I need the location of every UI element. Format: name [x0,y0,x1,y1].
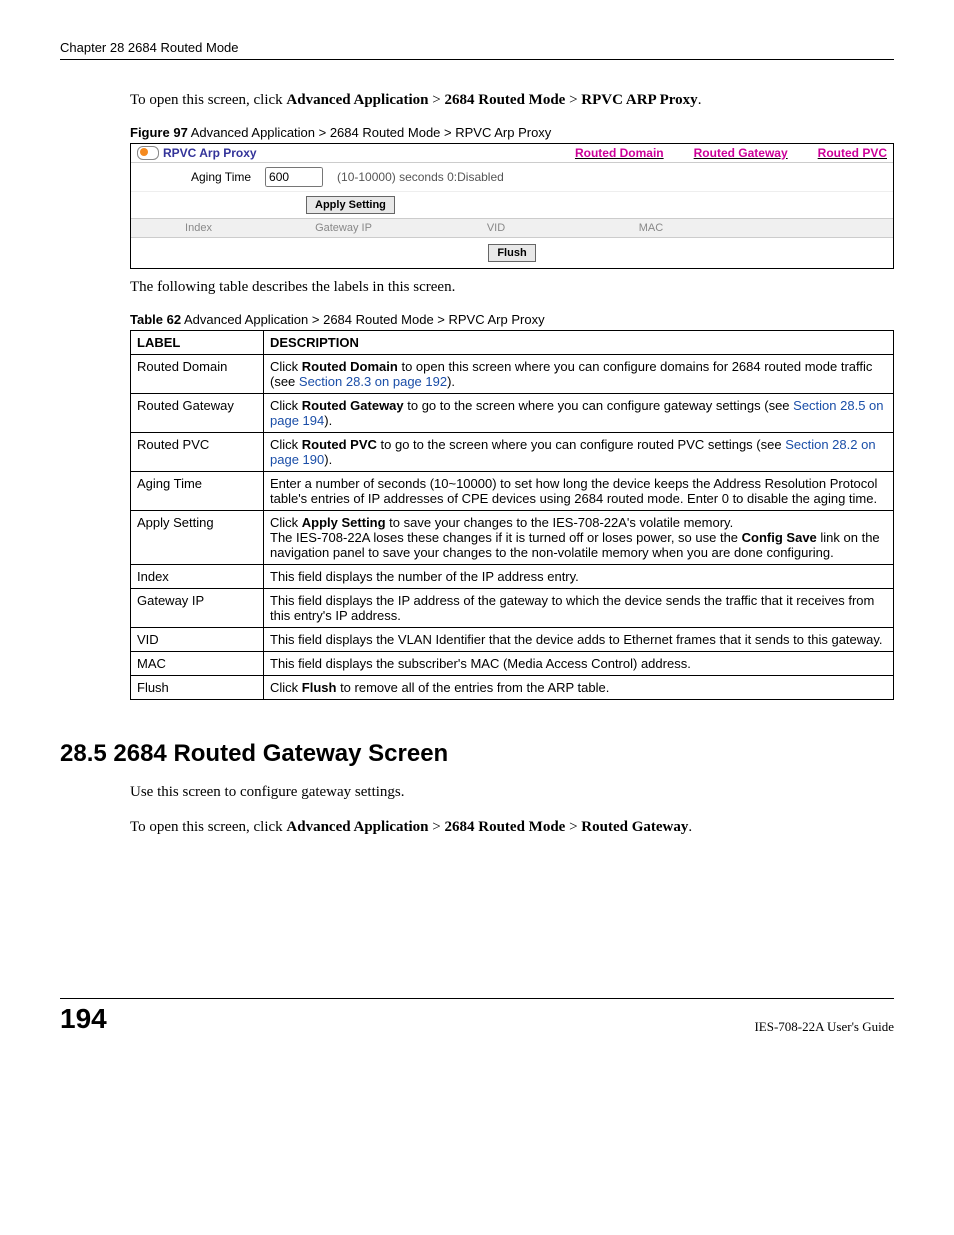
screen-title: RPVC Arp Proxy [137,146,257,160]
row-desc: Click Routed Domain to open this screen … [264,355,894,394]
breadcrumb-part: Advanced Application [286,819,428,835]
row-label: MAC [131,652,264,676]
intro-paragraph: To open this screen, click Advanced Appl… [130,90,894,111]
aging-time-label: Aging Time [191,170,251,184]
col-label: LABEL [131,331,264,355]
chapter-label: Chapter 28 2684 Routed Mode [60,40,239,55]
row-label: Index [131,565,264,589]
figure-title: Advanced Application > 2684 Routed Mode … [188,125,552,140]
screen-title-text: RPVC Arp Proxy [163,146,257,160]
figure-number: Figure 97 [130,125,188,140]
col-index: Index [131,222,266,234]
figure-titlebar: RPVC Arp Proxy Routed Domain Routed Gate… [131,144,893,162]
section-heading: 28.5 2684 Routed Gateway Screen [60,740,894,768]
sep: > [565,819,581,835]
column-headers: Index Gateway IP VID MAC [131,218,893,237]
breadcrumb-part: 2684 Routed Mode [445,819,566,835]
table-row: VID This field displays the VLAN Identif… [131,628,894,652]
row-label: Gateway IP [131,589,264,628]
table-row: Flush Click Flush to remove all of the e… [131,676,894,700]
bullet-icon [137,146,159,160]
breadcrumb-part: Routed Gateway [581,819,688,835]
sep: > [565,92,581,108]
link-routed-gateway[interactable]: Routed Gateway [694,146,788,160]
table-row: Routed PVC Click Routed PVC to go to the… [131,433,894,472]
guide-name: IES-708-22A User's Guide [754,1019,894,1035]
table-header-row: LABEL DESCRIPTION [131,331,894,355]
col-mac: MAC [571,222,731,234]
figure-caption: Figure 97 Advanced Application > 2684 Ro… [130,125,894,140]
row-desc: This field displays the subscriber's MAC… [264,652,894,676]
figure-screenshot: RPVC Arp Proxy Routed Domain Routed Gate… [130,143,894,269]
page-footer: 194 IES-708-22A User's Guide [60,998,894,1035]
text: . [688,819,692,835]
link-routed-domain[interactable]: Routed Domain [575,146,664,160]
row-desc: Click Apply Setting to save your changes… [264,511,894,565]
nav-links: Routed Domain Routed Gateway Routed PVC [575,146,887,160]
sep: > [429,819,445,835]
row-label: VID [131,628,264,652]
row-label: Routed Domain [131,355,264,394]
table-row: Index This field displays the number of … [131,565,894,589]
row-label: Routed PVC [131,433,264,472]
col-gateway-ip: Gateway IP [266,222,421,234]
text: To open this screen, click [130,819,286,835]
table-row: Gateway IP This field displays the IP ad… [131,589,894,628]
table-row: Apply Setting Click Apply Setting to sav… [131,511,894,565]
row-label: Apply Setting [131,511,264,565]
col-vid: VID [421,222,571,234]
table-row: Routed Domain Click Routed Domain to ope… [131,355,894,394]
breadcrumb-part: RPVC ARP Proxy [581,92,697,108]
description-table: LABEL DESCRIPTION Routed Domain Click Ro… [130,330,894,700]
col-description: DESCRIPTION [264,331,894,355]
text: . [698,92,702,108]
table-caption: Table 62 Advanced Application > 2684 Rou… [130,312,894,327]
row-desc: Click Routed Gateway to go to the screen… [264,394,894,433]
row-desc: Click Flush to remove all of the entries… [264,676,894,700]
page-content: To open this screen, click Advanced Appl… [130,90,894,838]
apply-row: Apply Setting [131,192,893,218]
flush-button[interactable]: Flush [488,244,535,262]
apply-setting-button[interactable]: Apply Setting [306,196,395,214]
section-para-2: To open this screen, click Advanced Appl… [130,817,894,838]
row-desc: This field displays the number of the IP… [264,565,894,589]
aging-time-input[interactable] [265,167,323,187]
row-desc: This field displays the VLAN Identifier … [264,628,894,652]
row-label: Aging Time [131,472,264,511]
page-header: Chapter 28 2684 Routed Mode [60,40,894,60]
flush-row: Flush [131,237,893,268]
row-desc: Enter a number of seconds (10~10000) to … [264,472,894,511]
row-label: Routed Gateway [131,394,264,433]
after-figure-text: The following table describes the labels… [130,277,894,298]
xref-link[interactable]: Section 28.3 on page 192 [299,374,447,389]
row-label: Flush [131,676,264,700]
row-desc: Click Routed PVC to go to the screen whe… [264,433,894,472]
table-row: Aging Time Enter a number of seconds (10… [131,472,894,511]
breadcrumb-part: 2684 Routed Mode [445,92,566,108]
table-number: Table 62 [130,312,181,327]
sep: > [429,92,445,108]
aging-hint: (10-10000) seconds 0:Disabled [337,170,504,184]
row-desc: This field displays the IP address of th… [264,589,894,628]
section-para-1: Use this screen to configure gateway set… [130,782,894,803]
aging-row: Aging Time (10-10000) seconds 0:Disabled [131,162,893,192]
text: To open this screen, click [130,92,286,108]
table-title: Advanced Application > 2684 Routed Mode … [181,312,545,327]
breadcrumb-part: Advanced Application [286,92,428,108]
table-row: MAC This field displays the subscriber's… [131,652,894,676]
link-routed-pvc[interactable]: Routed PVC [818,146,887,160]
page-number: 194 [60,1003,107,1035]
table-row: Routed Gateway Click Routed Gateway to g… [131,394,894,433]
